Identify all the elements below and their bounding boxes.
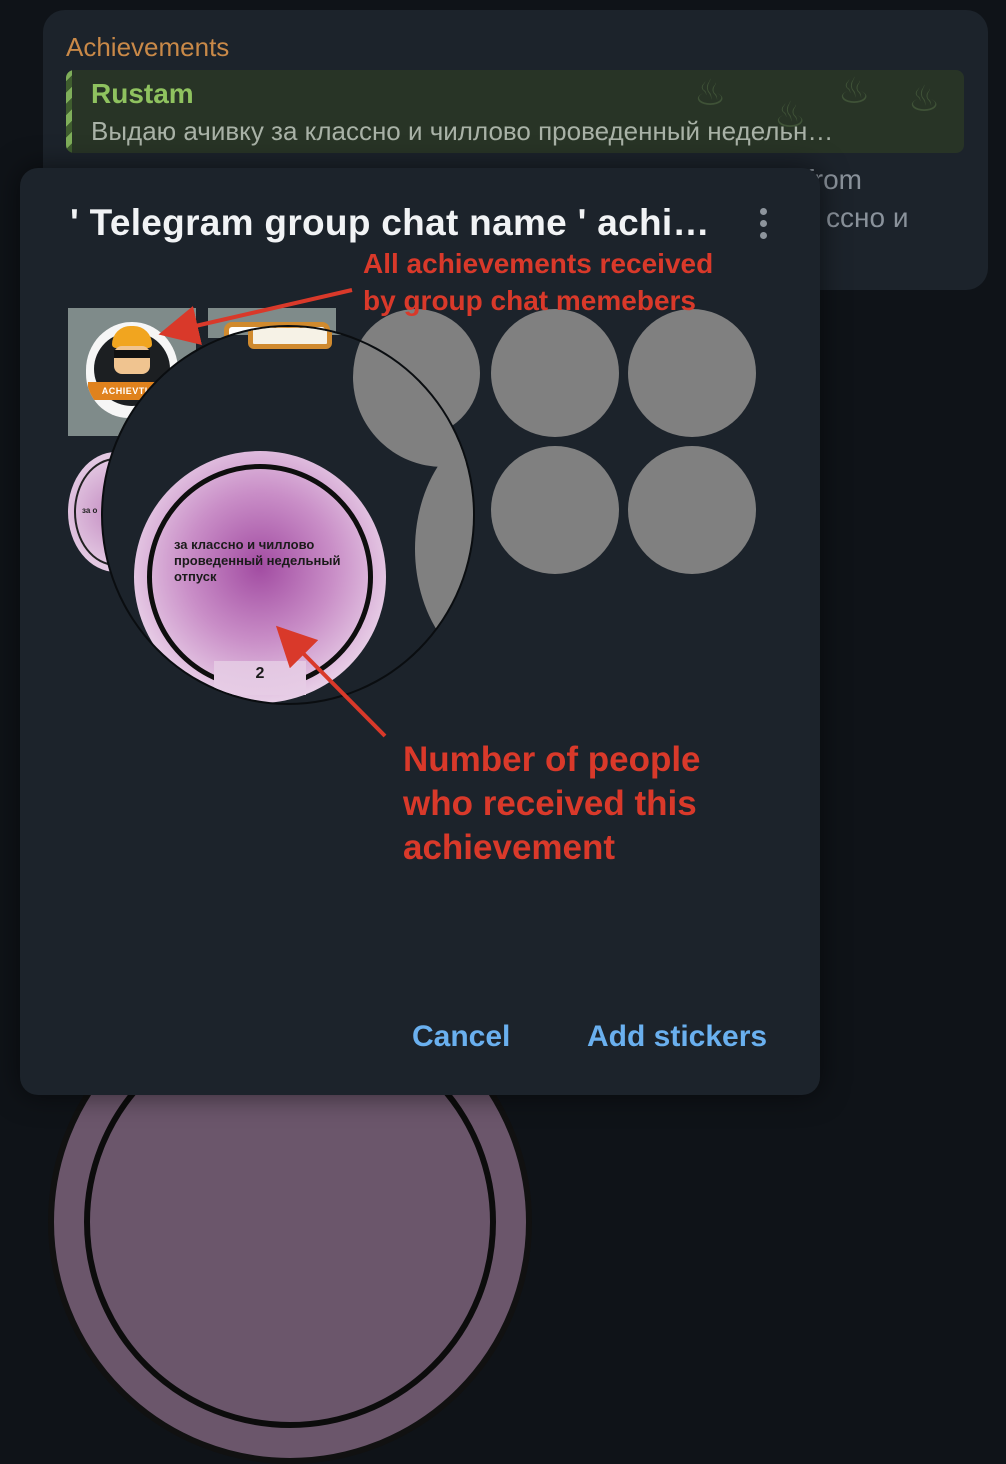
chef-hat-pattern-icon: ♨ [838,70,871,111]
chef-hat-pattern-icon: ♨ [908,78,941,119]
sticker-placeholder[interactable] [628,309,756,437]
annotation-top-line-1: All achievements received [363,248,714,279]
reply-quote[interactable]: ♨ ♨ ♨ ♨ Rustam Выдаю ачивку за классно и… [66,70,964,153]
add-stickers-button[interactable]: Add stickers [587,1020,767,1054]
dialog-title: ' Telegram group chat name ' achi… [70,202,710,243]
cancel-button[interactable]: Cancel [412,1020,510,1054]
message-text-fragment: ссно и [826,202,909,233]
vacation-sticker-enlarged: за классно и чиллово проведенный недельн… [134,451,386,703]
section-title: Achievements [66,32,230,62]
sticker-caption: за классно и чиллово проведенный недельн… [174,537,341,584]
annotation-bottom-line-3: achievement [403,828,616,867]
sticker-placeholder[interactable] [628,446,756,574]
sticker-placeholder[interactable] [491,309,619,437]
reply-accent-bar [66,70,72,153]
reply-author: Rustam [91,78,194,109]
recipient-count: 2 [255,665,265,682]
annotation-top-line-2: by group chat memebers [363,285,696,316]
more-vertical-icon[interactable] [753,208,773,248]
sticker-placeholder[interactable] [491,446,619,574]
chef-hat-pattern-icon: ♨ [694,72,727,113]
helmet-icon [112,326,152,348]
annotation-bottom-line-2: who received this [403,784,697,823]
magnified-sticker-preview: за классно и чиллово проведенный недельн… [101,325,475,705]
reply-text: Выдаю ачивку за классно и чиллово провед… [91,116,834,146]
annotation-bottom-line-1: Number of people [403,740,701,779]
